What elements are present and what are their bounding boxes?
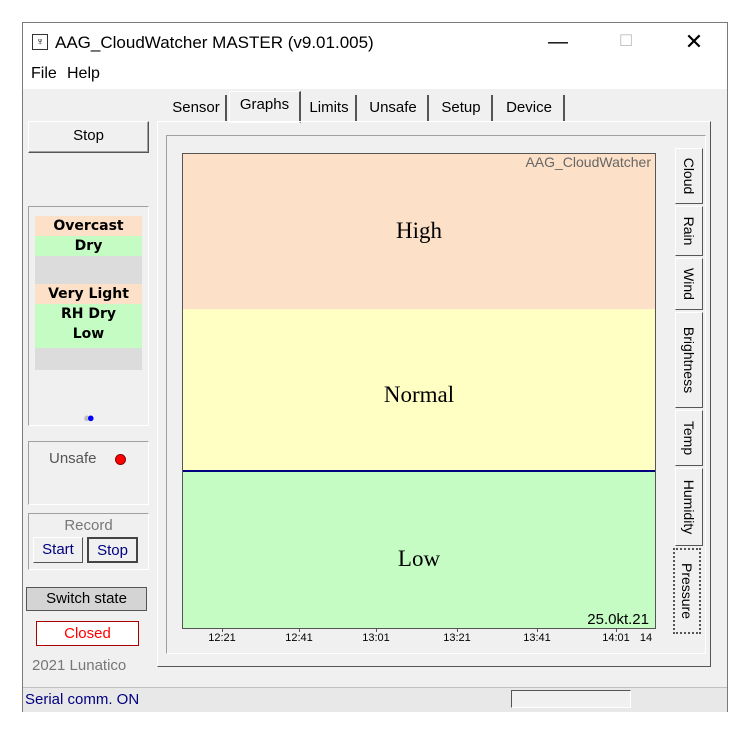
tab-device[interactable]: Device	[495, 95, 565, 121]
vtab-rain-label: Rain	[681, 216, 697, 246]
tab-graphs[interactable]: Graphs	[229, 91, 301, 123]
unsafe-indicator-icon	[115, 454, 126, 465]
vtab-temp[interactable]: Temp	[675, 410, 703, 466]
record-label: Record	[64, 517, 113, 534]
x-tick-label: 12:41	[285, 632, 313, 644]
status-humidity: RH Dry	[35, 304, 142, 324]
maximize-button[interactable]: ☐	[603, 23, 649, 61]
x-tick-label: 13:41	[523, 632, 551, 644]
menu-help[interactable]: Help	[67, 65, 100, 83]
status-wind	[35, 256, 142, 284]
record-stop-button[interactable]: Stop	[87, 537, 138, 563]
menu-file[interactable]: File	[31, 65, 57, 83]
switch-state-button[interactable]: Switch state	[26, 587, 147, 611]
vtab-rain[interactable]: Rain	[675, 206, 703, 256]
vtab-humidity-label: Humidity	[681, 479, 697, 535]
status-panel: Overcast Dry Very Light RH Dry Low ●●	[28, 206, 149, 426]
vtab-pressure-label: Pressure	[679, 562, 695, 620]
vtab-wind-label: Wind	[681, 268, 697, 300]
record-panel: Record Start Stop	[28, 513, 149, 570]
vtab-brightness-label: Brightness	[681, 326, 697, 394]
connection-indicator: ●●	[83, 410, 95, 425]
tab-setup[interactable]: Setup	[431, 95, 493, 121]
status-spare	[35, 348, 142, 370]
vtab-brightness[interactable]: Brightness	[675, 312, 703, 408]
status-text: Serial comm. ON	[25, 691, 140, 708]
band-low-label: Low	[397, 546, 441, 571]
close-button[interactable]: ✕	[671, 23, 717, 61]
minimize-button[interactable]: —	[535, 23, 581, 61]
stop-button[interactable]: Stop	[28, 121, 149, 153]
status-bar: Serial comm. ON	[23, 687, 727, 712]
status-pressure: Low	[35, 324, 142, 348]
pressure-series-line	[183, 470, 655, 472]
x-tick-label: 12:21	[208, 632, 236, 644]
switch-state-value: Closed	[36, 621, 139, 646]
indicator-dot-active-icon: ●	[86, 410, 95, 425]
vtab-cloud[interactable]: Cloud	[675, 148, 703, 204]
status-field	[511, 690, 631, 708]
band-normal-label: Normal	[383, 382, 455, 407]
vtab-pressure[interactable]: Pressure	[673, 548, 701, 634]
tab-limits[interactable]: Limits	[303, 95, 357, 121]
copyright-text: 2021 Lunatico	[32, 657, 127, 674]
graph-date: 25.0kt.21	[587, 611, 649, 628]
unsafe-panel: Unsafe	[28, 441, 149, 505]
tab-unsafe[interactable]: Unsafe	[359, 95, 429, 121]
x-axis: 12:21 12:41 13:01 13:21 13:41 14:01 14	[182, 629, 656, 645]
title-bar: ♆ AAG_CloudWatcher MASTER (v9.01.005) — …	[23, 23, 727, 61]
band-high-label: High	[396, 218, 442, 243]
x-tick-label: 14:01	[602, 632, 630, 644]
x-tick-label: 13:21	[443, 632, 471, 644]
vtab-wind[interactable]: Wind	[675, 258, 703, 310]
unsafe-label: Unsafe	[49, 450, 97, 467]
x-tick-label: 14	[639, 632, 653, 644]
vtab-humidity[interactable]: Humidity	[675, 468, 703, 546]
window-title: AAG_CloudWatcher MASTER (v9.01.005)	[55, 33, 374, 52]
record-start-button[interactable]: Start	[33, 537, 83, 563]
pressure-graph: High Normal Low AAG_CloudWatcher 25.0kt.…	[182, 153, 656, 629]
graph-watermark: AAG_CloudWatcher	[525, 154, 651, 170]
status-brightness: Very Light	[35, 284, 142, 304]
x-tick-label: 13:01	[362, 632, 390, 644]
status-rain: Dry	[35, 236, 142, 256]
app-window: ♆ AAG_CloudWatcher MASTER (v9.01.005) — …	[22, 22, 728, 712]
vtab-temp-label: Temp	[681, 420, 697, 456]
status-cloud: Overcast	[35, 216, 142, 236]
menu-bar: File Help	[23, 61, 727, 89]
app-icon: ♆	[32, 34, 48, 50]
vtab-cloud-label: Cloud	[681, 157, 697, 195]
tab-sensor[interactable]: Sensor	[167, 95, 227, 121]
